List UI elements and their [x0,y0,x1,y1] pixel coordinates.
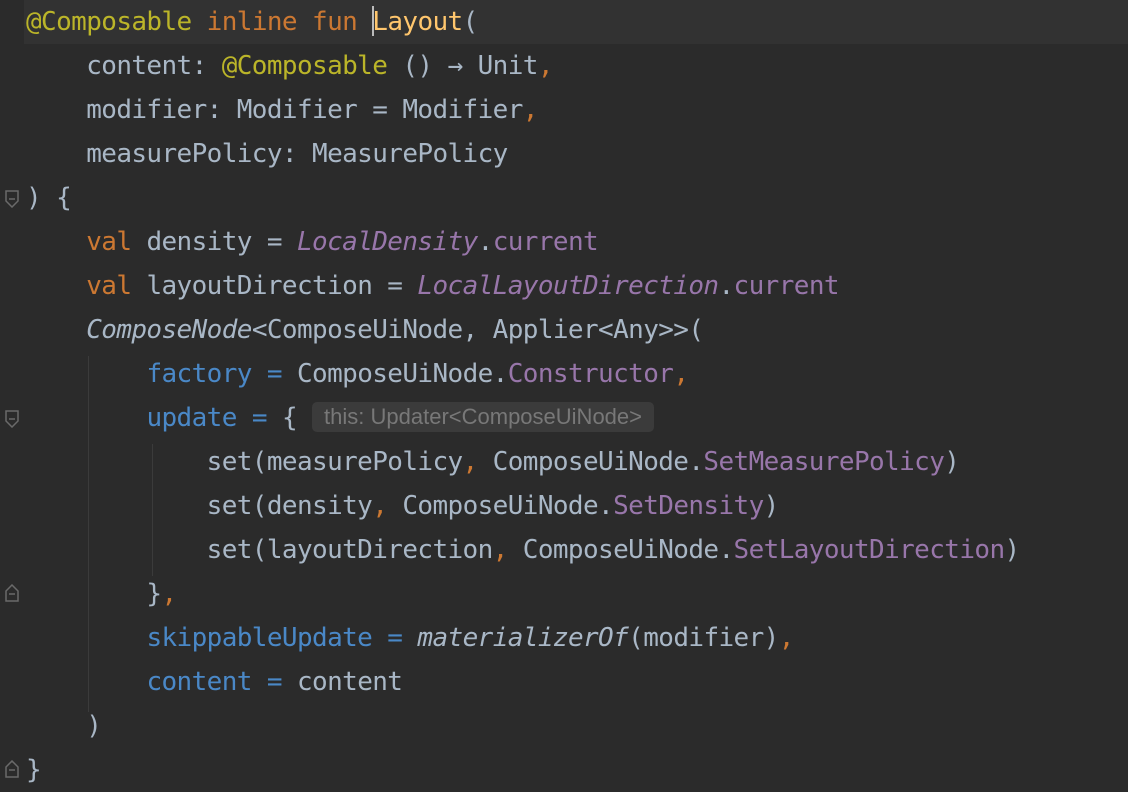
code-token: ) { [26,183,72,213]
code-token: Layout [372,7,463,37]
code-token: Constructor [507,359,674,389]
code-token: update [146,403,237,433]
code-token: current [492,227,599,257]
fold-start-icon[interactable] [4,760,20,778]
code-token: , [537,51,554,81]
code-line[interactable]: }, [26,572,177,616]
fold-end-icon[interactable] [4,410,20,428]
code-token: content [296,667,403,697]
code-token: , [522,95,539,125]
fold-start-icon[interactable] [4,584,20,602]
code-line[interactable]: set(layoutDirection, ComposeUiNode.SetLa… [26,528,1021,572]
code-token: val [86,227,132,257]
code-token: content: [26,51,222,81]
code-token: SetLayoutDirection [733,535,1006,565]
code-token: = [251,667,297,697]
code-line[interactable]: set(measurePolicy, ComposeUiNode.SetMeas… [26,440,960,484]
code-line[interactable]: measurePolicy: MeasurePolicy [26,132,508,176]
code-token: } [26,755,42,785]
code-line[interactable]: val density = LocalDensity.current [26,220,598,264]
code-token: , [778,623,795,653]
fold-end-icon[interactable] [4,190,20,208]
code-token: LocalLayoutDirection [417,271,719,301]
code-token: . [477,227,494,257]
code-token: } [26,579,162,609]
code-token: ComposeUiNode. [507,535,734,565]
code-line[interactable]: ComposeNode<ComposeUiNode, Applier<Any>>… [26,308,704,352]
code-token: set(density [26,491,373,521]
code-token: density = [131,227,297,257]
code-token: ComposeUiNode. [477,447,704,477]
code-editor[interactable]: @Composable inline fun Layout( content: … [0,0,1128,792]
code-token: { [281,403,313,433]
code-line[interactable]: skippableUpdate = materializerOf(modifie… [26,616,794,660]
code-token: measurePolicy: MeasurePolicy [26,139,508,169]
code-token: () → Unit [387,51,538,81]
code-token: ComposeNode [86,315,252,345]
code-token: , [161,579,177,609]
code-line[interactable]: factory = ComposeUiNode.Constructor, [26,352,689,396]
code-line[interactable]: content: @Composable () → Unit, [26,44,553,88]
inlay-type-hint: this: Updater<ComposeUiNode> [312,401,654,432]
code-token: skippableUpdate [146,623,373,653]
code-token: (modifier) [628,623,779,653]
text-caret [372,5,375,36]
code-token: content [146,667,252,697]
code-line[interactable]: ) { [26,176,72,220]
code-token: . [718,271,734,301]
code-token: , [372,491,388,521]
code-token: = [372,623,418,653]
code-line[interactable]: set(density, ComposeUiNode.SetDensity) [26,484,780,528]
code-token: layoutDirection = [131,271,418,301]
code-token: , [673,359,689,389]
code-token: ) [1004,535,1021,565]
code-token: materializerOf [417,623,629,653]
code-line[interactable]: @Composable inline fun Layout( [26,0,478,44]
code-line[interactable]: ) [26,704,102,748]
code-token: SetMeasurePolicy [703,447,945,477]
code-token: fun [312,7,358,37]
code-line[interactable]: } [26,748,42,792]
code-token: ComposeUiNode. [387,491,614,521]
code-token: , [492,535,509,565]
code-line[interactable]: update = { this: Updater<ComposeUiNode> [26,396,654,440]
code-token: @Composable [26,7,192,37]
editor-gutter [0,0,24,792]
code-token: ) [26,711,102,741]
code-line[interactable]: modifier: Modifier = Modifier, [26,88,538,132]
code-token: , [462,447,479,477]
code-token: ( [462,7,479,37]
code-token: factory [146,359,252,389]
code-token: SetDensity [613,491,764,521]
code-token: current [733,271,840,301]
code-token: = [236,403,282,433]
code-token: LocalDensity [296,227,478,257]
code-token: val [86,271,132,301]
code-token: set(measurePolicy [26,447,464,477]
code-line[interactable]: content = content [26,660,403,704]
code-token: ) [944,447,960,477]
code-token: ComposeUiNode. [296,359,508,389]
code-line[interactable]: val layoutDirection = LocalLayoutDirecti… [26,264,839,308]
code-token: ) [763,491,780,521]
code-token: inline [206,7,298,37]
code-token: @Composable [221,51,388,81]
code-token: = [251,359,297,389]
code-token: <ComposeUiNode, Applier<Any>>( [251,315,704,345]
code-token: modifier: Modifier = Modifier [26,95,523,125]
code-token: set(layoutDirection [26,535,494,565]
